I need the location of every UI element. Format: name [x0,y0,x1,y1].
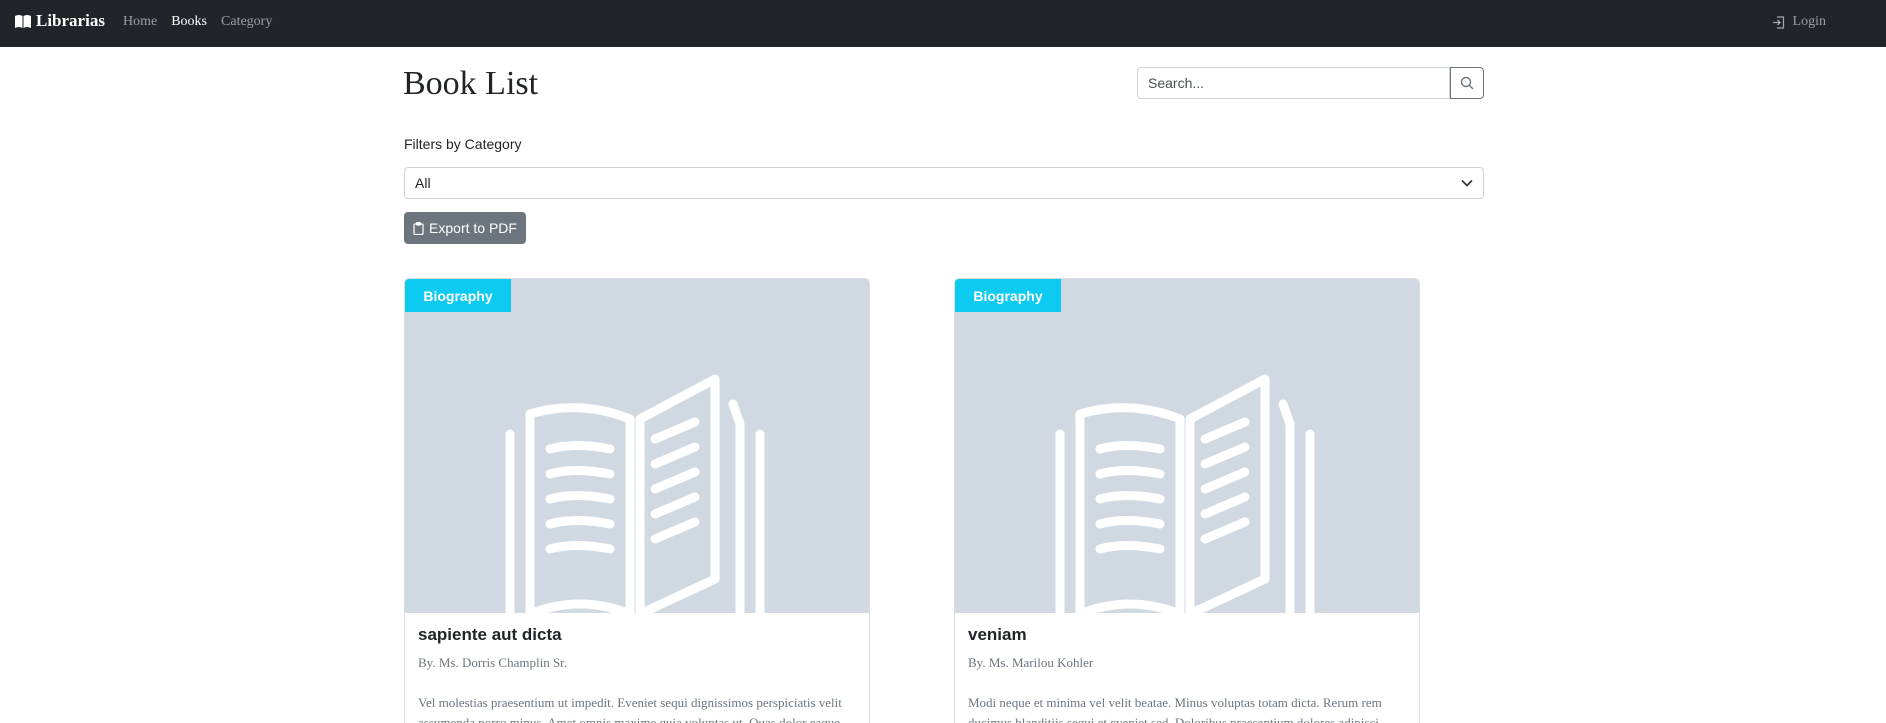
book-icon [15,14,31,28]
login-link[interactable]: Login [1772,14,1826,30]
book-card[interactable]: Biography sapiente aut dicta By. Ms. Dor… [404,278,870,723]
book-cover-image [405,279,869,613]
page-title: Book List [403,65,539,102]
filter-label: Filters by Category [404,136,522,152]
book-description: Modi neque et minima vel velit beatae. M… [968,695,1382,723]
login-icon [1772,15,1784,29]
search-input[interactable] [1137,67,1450,99]
open-book-icon [505,374,765,613]
category-select-value: All [415,175,431,191]
search-button[interactable] [1450,67,1484,99]
book-title[interactable]: veniam [968,625,1027,645]
book-title[interactable]: sapiente aut dicta [418,625,562,645]
export-pdf-label: Export to PDF [429,220,517,236]
export-pdf-button[interactable]: Export to PDF [404,212,526,244]
book-description: Vel molestias praesentium ut impedit. Ev… [418,695,842,723]
book-card[interactable]: Biography veniam By. Ms. Marilou Kohler … [954,278,1420,723]
brand-name: Librarias [36,11,105,30]
navbar: Librarias Home Books Category Login [0,0,1886,47]
search-form [1137,67,1484,99]
book-author: By. Ms. Marilou Kohler [968,655,1094,670]
chevron-down-icon [1461,179,1473,187]
book-cover-image [955,279,1419,613]
nav-link-home[interactable]: Home [123,14,157,30]
nav-link-books[interactable]: Books [171,14,207,30]
login-label: Login [1792,14,1826,29]
book-author: By. Ms. Dorris Champlin Sr. [418,655,568,670]
open-book-icon [1055,374,1315,613]
clipboard-icon [413,221,424,235]
nav-links: Home Books Category [123,14,272,30]
category-badge: Biography [405,279,511,312]
brand-link[interactable]: Librarias [14,11,105,31]
category-badge: Biography [955,279,1061,312]
nav-link-category[interactable]: Category [221,14,272,30]
category-select[interactable]: All [404,167,1484,199]
search-icon [1460,76,1474,90]
